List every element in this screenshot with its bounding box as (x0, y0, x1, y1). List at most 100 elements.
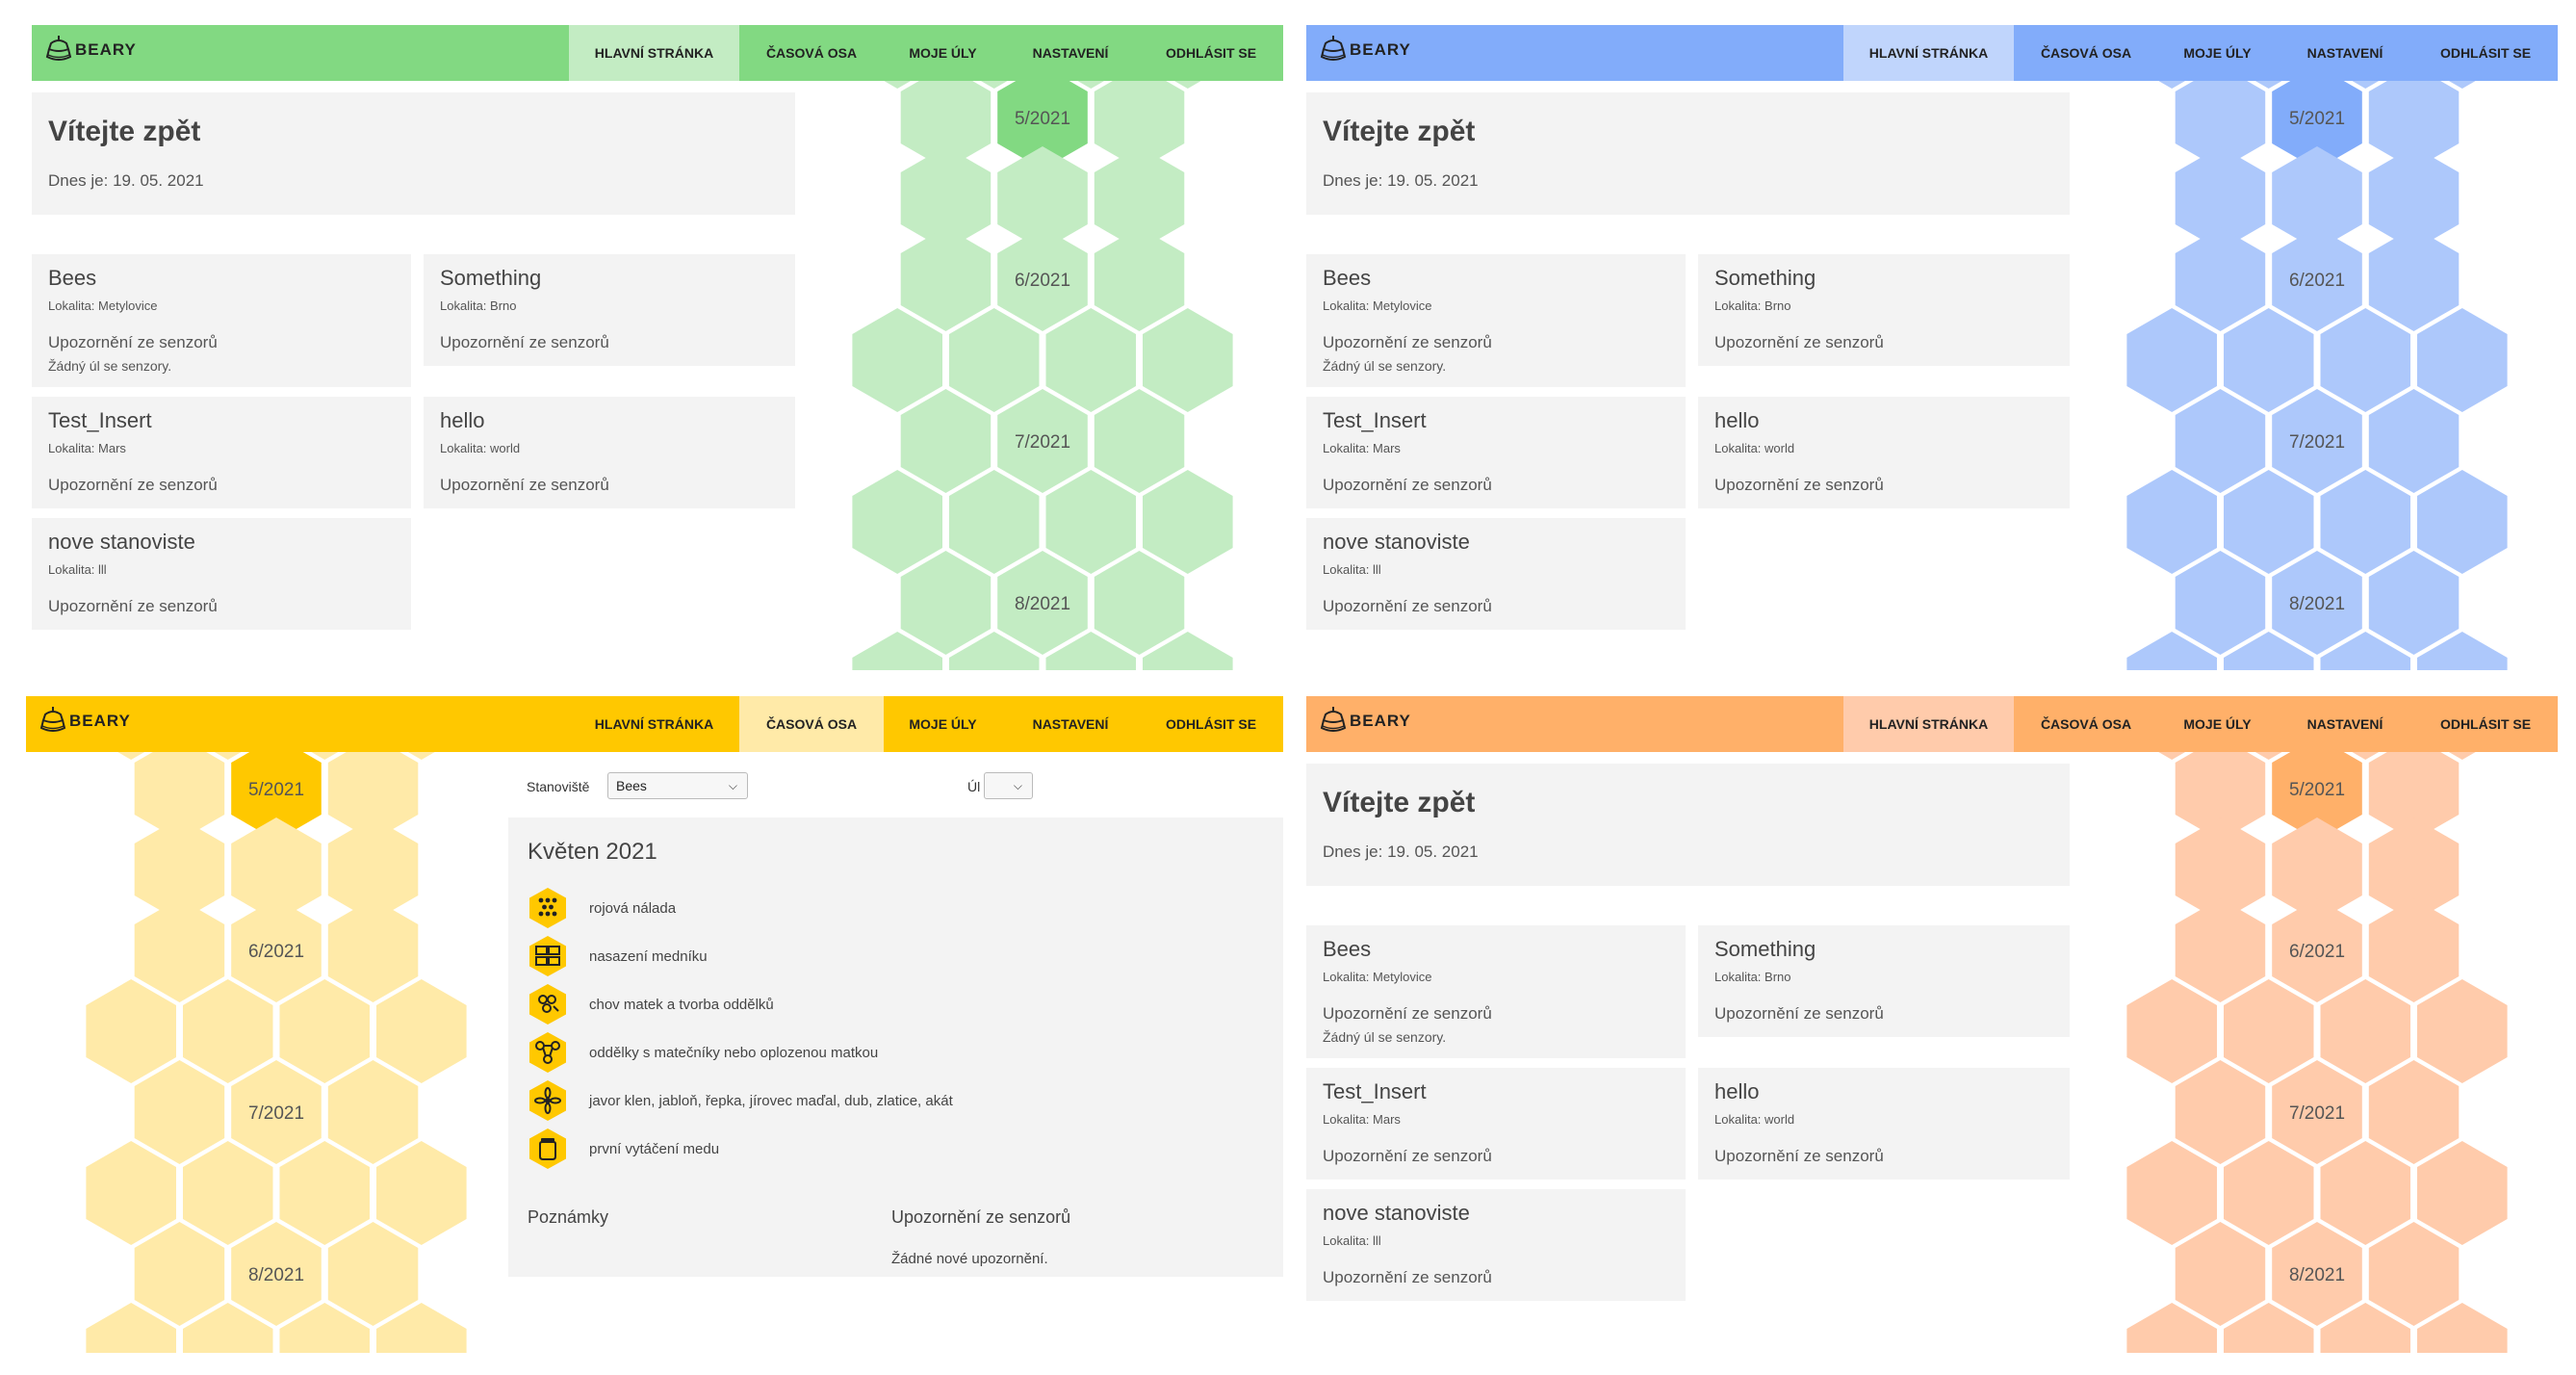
hive-card[interactable]: Bees Lokalita: Metylovice Upozornění ze … (32, 254, 411, 387)
sensor-alerts-empty: Žádné nové upozornění. (891, 1251, 1048, 1267)
hive-card[interactable]: hello Lokalita: world Upozornění ze senz… (424, 397, 795, 508)
event-item: první vytáčení medu (528, 1128, 719, 1170)
hive-card[interactable]: Test_Insert Lokalita: Mars Upozornění ze… (32, 397, 411, 508)
hive-card[interactable]: nove stanoviste Lokalita: lll Upozornění… (1306, 1189, 1686, 1301)
month-title: Květen 2021 (528, 839, 657, 865)
event-text: oddělky s matečníky nebo oplozenou matko… (589, 1044, 879, 1061)
hive-label: Úl (967, 779, 981, 794)
honeycomb-cell (900, 227, 992, 331)
nav-home[interactable]: HLAVNÍ STRÁNKA (1843, 25, 2014, 81)
logo-text: BEARY (75, 40, 137, 59)
honeycomb-cell (1094, 551, 1185, 655)
hive-name: Test_Insert (1323, 408, 1427, 432)
sensor-alert-title: Upozornění ze senzorů (1323, 1268, 1492, 1286)
hive-location: Lokalita: world (440, 441, 521, 455)
hive-card[interactable]: Something Lokalita: Brno Upozornění ze s… (1698, 925, 2070, 1037)
nav-home[interactable]: HLAVNÍ STRÁNKA (1843, 696, 2014, 752)
logo[interactable]: BEARY (39, 705, 131, 738)
hive-card[interactable]: Test_Insert Lokalita: Mars Upozornění ze… (1306, 397, 1686, 508)
honeycomb-cell (2368, 898, 2460, 1002)
hive-location: Lokalita: Brno (1714, 298, 1791, 313)
sensor-alert-title: Upozornění ze senzorů (48, 476, 218, 494)
month-label: 6/2021 (2289, 942, 2345, 962)
honeycomb-cell (2126, 1141, 2217, 1245)
hive-select[interactable]: ⌵ (984, 772, 1033, 799)
event-item: javor klen, jabloň, řepka, jírovec maďal… (528, 1079, 953, 1122)
month-label: 6/2021 (2289, 271, 2345, 291)
hive-location: Lokalita: Mars (1323, 441, 1401, 455)
nav-timeline[interactable]: ČASOVÁ OSA (739, 696, 884, 752)
honeycomb-cell (2224, 979, 2314, 1083)
hive-card[interactable]: hello Lokalita: world Upozornění ze senz… (1698, 397, 2070, 508)
month-label: 5/2021 (2289, 109, 2345, 129)
logo[interactable]: BEARY (1320, 705, 1411, 738)
hive-card[interactable]: Something Lokalita: Brno Upozornění ze s… (1698, 254, 2070, 366)
month-label: 7/2021 (2289, 432, 2345, 453)
nav-timeline[interactable]: ČASOVÁ OSA (2014, 25, 2158, 81)
nav-timeline[interactable]: ČASOVÁ OSA (739, 25, 884, 81)
navbar: BEARY HLAVNÍ STRÁNKA ČASOVÁ OSA MOJE ÚLY… (32, 25, 1283, 81)
hive-card[interactable]: Something Lokalita: Brno Upozornění ze s… (424, 254, 795, 366)
honeycomb-cell (327, 1060, 419, 1164)
timeline-screen-yellow: BEARY HLAVNÍ STRÁNKA ČASOVÁ OSA MOJE ÚLY… (26, 696, 1283, 1353)
honeycomb-cell (86, 979, 176, 1083)
honeycomb-svg: 5/2021 6/2021 7/2021 8/2021 (2126, 752, 2508, 1353)
nav-timeline[interactable]: ČASOVÁ OSA (2014, 696, 2158, 752)
hive-card[interactable]: Bees Lokalita: Metylovice Upozornění ze … (1306, 254, 1686, 387)
nav-home[interactable]: HLAVNÍ STRÁNKA (569, 696, 739, 752)
honeycomb-cell (949, 308, 1040, 412)
honeycomb-cell (2175, 1060, 2266, 1164)
nav-settings[interactable]: NASTAVENÍ (2277, 696, 2413, 752)
nav-settings[interactable]: NASTAVENÍ (2277, 25, 2413, 81)
nav-my-hives[interactable]: MOJE ÚLY (2158, 696, 2277, 752)
hive-location: Lokalita: lll (48, 562, 107, 577)
apiary-select-value: Bees (616, 778, 647, 793)
sensor-alert-note: Žádný úl se senzory. (48, 358, 172, 374)
nav-settings[interactable]: NASTAVENÍ (1002, 696, 1139, 752)
chevron-down-icon: ⌵ (1013, 779, 1022, 792)
honeycomb-svg: 5/2021 6/2021 7/2021 8/2021 (852, 81, 1233, 670)
honeycomb-svg: 5/2021 6/2021 7/2021 8/2021 (86, 752, 467, 1353)
hive-location: Lokalita: world (1714, 441, 1795, 455)
month-detail-panel: Květen 2021 rojová nálada nasazení medník… (508, 817, 1283, 1277)
hive-card[interactable]: Test_Insert Lokalita: Mars Upozornění ze… (1306, 1068, 1686, 1180)
honeycomb-cell (2320, 1141, 2410, 1245)
honeycomb-cell (2417, 308, 2508, 412)
hive-name: Bees (48, 266, 97, 290)
nav-menu: HLAVNÍ STRÁNKA ČASOVÁ OSA MOJE ÚLY NASTA… (1843, 25, 2558, 81)
honeycomb-cell (2368, 1060, 2460, 1164)
nav-logout[interactable]: ODHLÁSIT SE (1139, 696, 1283, 752)
nav-settings[interactable]: NASTAVENÍ (1002, 25, 1139, 81)
nav-my-hives[interactable]: MOJE ÚLY (884, 696, 1002, 752)
logo[interactable]: BEARY (45, 34, 137, 66)
hive-name: nove stanoviste (1323, 1201, 1470, 1225)
hive-location: Lokalita: lll (1323, 1233, 1381, 1248)
hive-card[interactable]: Bees Lokalita: Metylovice Upozornění ze … (1306, 925, 1686, 1058)
hive-card[interactable]: nove stanoviste Lokalita: lll Upozornění… (1306, 518, 1686, 630)
welcome-title: Vítejte zpět (1323, 116, 1476, 147)
hive-name: hello (440, 408, 485, 432)
hive-location: Lokalita: lll (1323, 562, 1381, 577)
hive-location: Lokalita: Metylovice (48, 298, 158, 313)
hive-card[interactable]: nove stanoviste Lokalita: lll Upozornění… (32, 518, 411, 630)
honeycomb-cell (376, 979, 467, 1083)
nav-my-hives[interactable]: MOJE ÚLY (2158, 25, 2277, 81)
hive-name: nove stanoviste (48, 530, 195, 554)
nav-my-hives[interactable]: MOJE ÚLY (884, 25, 1002, 81)
nucleus-colony-icon (529, 1032, 566, 1073)
nav-menu: HLAVNÍ STRÁNKA ČASOVÁ OSA MOJE ÚLY NASTA… (1843, 696, 2558, 752)
welcome-card: Vítejte zpět Dnes je: 19. 05. 2021 (1306, 764, 2070, 886)
logo[interactable]: BEARY (1320, 34, 1411, 66)
apiary-label: Stanoviště (527, 779, 590, 794)
honeycomb-cell (949, 470, 1040, 574)
honeycomb-cell (2417, 979, 2508, 1083)
honey-super-icon (529, 936, 566, 976)
hive-location: Lokalita: Mars (48, 441, 126, 455)
nav-logout[interactable]: ODHLÁSIT SE (2413, 696, 2558, 752)
nav-home[interactable]: HLAVNÍ STRÁNKA (569, 25, 739, 81)
apiary-select[interactable]: Bees ⌵ (607, 772, 748, 799)
nav-logout[interactable]: ODHLÁSIT SE (1139, 25, 1283, 81)
honeycomb-cell (2368, 389, 2460, 493)
hive-card[interactable]: hello Lokalita: world Upozornění ze senz… (1698, 1068, 2070, 1180)
nav-logout[interactable]: ODHLÁSIT SE (2413, 25, 2558, 81)
